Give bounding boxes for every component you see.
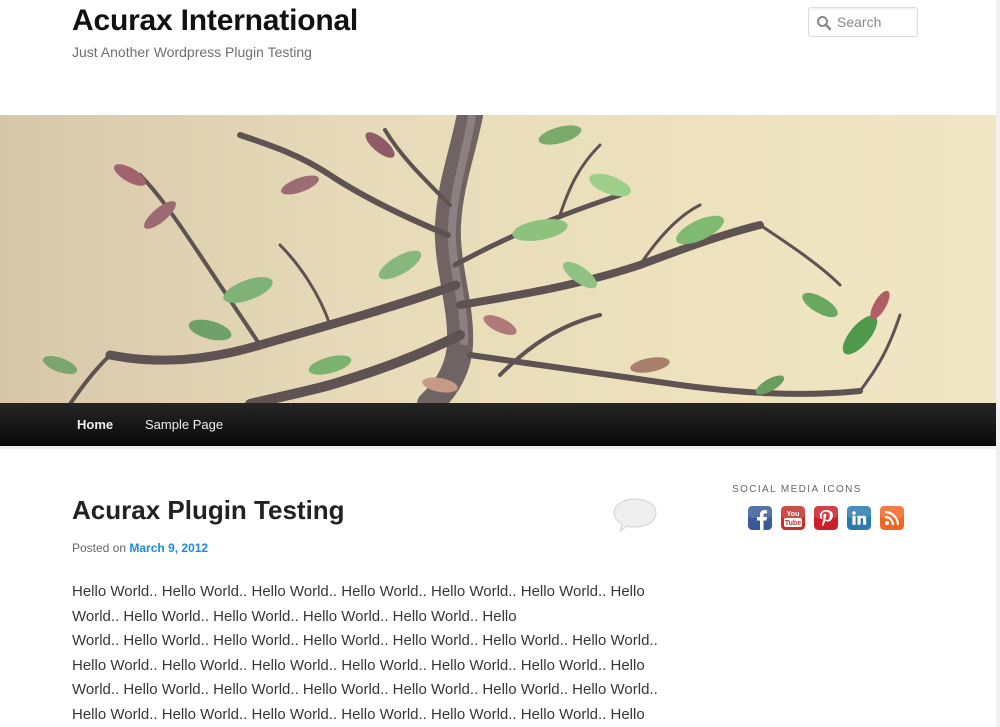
svg-text:Tube: Tube (785, 520, 801, 527)
post-content: Hello World.. Hello World.. Hello World.… (72, 580, 672, 727)
content-line: Hello World.. Hello World.. Hello World.… (72, 583, 645, 600)
post-meta: Posted on March 9, 2012 (72, 541, 208, 555)
page: Acurax International Just Another Wordpr… (0, 0, 996, 727)
content-line: World.. Hello World.. Hello World.. Hell… (72, 607, 517, 625)
content-line: Hello World.. Hello World.. Hello World.… (72, 656, 645, 674)
header-image (0, 115, 996, 404)
youtube-icon[interactable]: You Tube (781, 506, 805, 530)
site-title[interactable]: Acurax International (72, 4, 358, 38)
content-line: World.. Hello World.. Hello World.. Hell… (72, 632, 658, 649)
linkedin-icon[interactable] (847, 506, 871, 530)
nav-item-sample-page[interactable]: Sample Page (145, 403, 223, 446)
pinterest-icon[interactable] (814, 506, 838, 530)
widget-title: SOCIAL MEDIA ICONS (732, 484, 862, 495)
site-description: Just Another Wordpress Plugin Testing (72, 44, 312, 60)
content-line: World.. Hello World.. Hello World.. Hell… (72, 681, 658, 698)
svg-text:You: You (787, 511, 800, 518)
content-line: Hello World.. Hello World.. Hello World.… (72, 705, 645, 723)
search-input[interactable] (837, 12, 915, 32)
post-title[interactable]: Acurax Plugin Testing (72, 495, 345, 526)
divider (0, 446, 996, 449)
search-icon (817, 16, 832, 31)
nav-item-home[interactable]: Home (77, 403, 113, 446)
rss-icon[interactable] (880, 506, 904, 530)
comment-bubble-icon[interactable] (612, 497, 658, 533)
facebook-icon[interactable] (748, 506, 772, 530)
scrollbar[interactable] (996, 0, 1000, 727)
post-date-link[interactable]: March 9, 2012 (129, 541, 208, 555)
search-box[interactable] (808, 7, 918, 37)
main-navigation: Home Sample Page (0, 403, 996, 447)
posted-on-label: Posted on (72, 541, 127, 555)
